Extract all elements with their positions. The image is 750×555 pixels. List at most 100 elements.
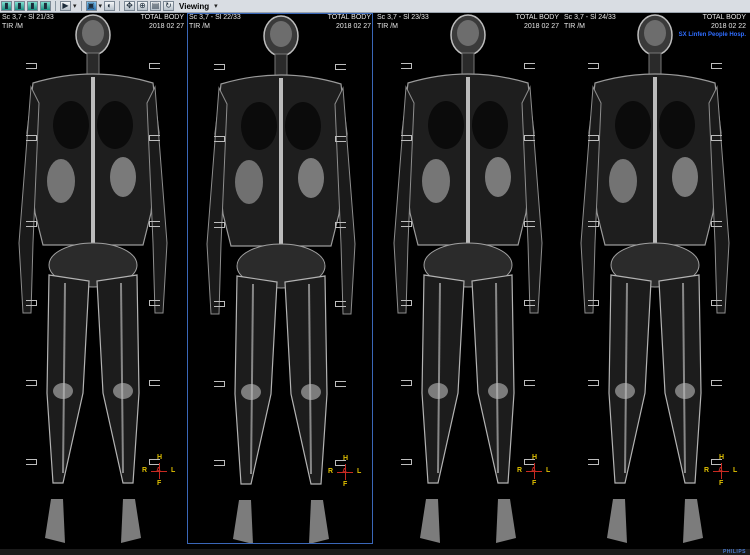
chevron-down-icon[interactable]: ▾ — [73, 2, 77, 10]
scale-marker — [26, 300, 37, 306]
orientation-head: H — [532, 454, 538, 461]
protocol-label: TIR /M — [377, 23, 398, 30]
protocol-label: TIR /M — [2, 23, 23, 30]
lung-left — [659, 101, 695, 149]
series-label: Sc 3,7 - Sl 23/33 — [377, 14, 429, 21]
neck — [86, 52, 100, 76]
foot-right — [607, 499, 627, 543]
knee-right — [428, 383, 448, 399]
foot-left — [683, 499, 703, 543]
foot-left — [496, 499, 516, 543]
foot-right — [45, 499, 65, 543]
orientation-foot: F — [532, 480, 537, 487]
chevron-down-icon[interactable]: ▾ — [214, 2, 218, 10]
orientation-indicator: H F R L A — [704, 454, 738, 488]
lung-right — [615, 101, 651, 149]
rotate-icon[interactable]: ↻ — [163, 1, 175, 11]
layout-3-icon[interactable]: ▮ — [27, 1, 38, 11]
scale-marker — [524, 380, 535, 386]
layout-2-icon[interactable]: ▮ — [14, 1, 25, 11]
brain — [457, 20, 479, 46]
orientation-left: L — [733, 467, 738, 474]
viewport-3[interactable]: Sc 3,7 - Sl 23/33 TIR /M TOTAL BODY 2018… — [375, 13, 561, 544]
scale-marker — [588, 221, 599, 227]
play-icon[interactable]: ▶ — [60, 1, 71, 11]
orientation-left: L — [357, 468, 362, 475]
viewport-2[interactable]: Sc 3,7 - Sl 22/33 TIR /M TOTAL BODY 2018… — [187, 13, 373, 544]
protocol-label: TIR /M — [189, 23, 210, 30]
orientation-head: H — [157, 454, 163, 461]
scale-marker — [711, 135, 722, 141]
lung-left — [285, 102, 321, 150]
study-date: 2018 02 22 — [710, 23, 746, 30]
scale-marker — [335, 301, 346, 307]
leg-right — [46, 274, 90, 484]
brain — [644, 20, 666, 46]
move-icon[interactable]: ✥ — [124, 1, 136, 11]
organ-left — [672, 157, 698, 197]
knee-left — [675, 383, 695, 399]
study-date: 2018 02 27 — [335, 23, 371, 30]
scale-marker — [401, 459, 412, 465]
neck — [274, 53, 288, 77]
orientation-right: R — [517, 467, 523, 474]
mode-label[interactable]: Viewing — [179, 2, 209, 11]
scale-marker — [149, 380, 160, 386]
orientation-right: R — [328, 468, 334, 475]
organ-left — [110, 157, 136, 197]
organ-right — [609, 159, 637, 203]
scale-marker — [335, 381, 346, 387]
vendor-logo: PHILIPS — [723, 549, 746, 555]
layout-4-icon[interactable]: ▮ — [40, 1, 51, 11]
orientation-indicator: H F R L A — [328, 455, 362, 489]
organ-right — [422, 159, 450, 203]
orientation-head: H — [343, 455, 349, 462]
knee-left — [488, 383, 508, 399]
series-label: Sc 3,7 - Sl 21/33 — [2, 14, 54, 21]
lung-left — [472, 101, 508, 149]
orientation-foot: F — [343, 481, 348, 488]
display-icon[interactable]: ▣ — [85, 1, 97, 11]
scale-marker — [711, 221, 722, 227]
scale-marker — [214, 64, 225, 70]
leg-right — [234, 275, 278, 485]
viewport-4[interactable]: Sc 3,7 - Sl 24/33 TIR /M TOTAL BODY 2018… — [562, 13, 748, 544]
leg-left — [284, 275, 328, 485]
scale-marker — [588, 63, 599, 69]
brain — [270, 21, 292, 47]
scale-marker — [588, 135, 599, 141]
orientation-head: H — [719, 454, 725, 461]
scale-marker — [335, 64, 346, 70]
scale-marker — [26, 135, 37, 141]
knee-left — [113, 383, 133, 399]
scale-marker — [335, 222, 346, 228]
hospital-label: SX Linfen People Hosp. — [678, 32, 746, 38]
scale-marker — [149, 221, 160, 227]
lung-right — [241, 102, 277, 150]
scale-marker — [335, 136, 346, 142]
orientation-left: L — [171, 467, 176, 474]
scale-marker — [401, 300, 412, 306]
scale-marker — [149, 135, 160, 141]
toolbar-separator — [55, 1, 56, 11]
series-label: Sc 3,7 - Sl 22/33 — [189, 14, 241, 21]
scale-marker — [711, 63, 722, 69]
scale-marker — [214, 222, 225, 228]
organ-left — [485, 157, 511, 197]
contrast-icon[interactable]: ◐ — [104, 1, 116, 11]
lung-right — [53, 101, 89, 149]
orientation-indicator: H F R L A — [517, 454, 551, 488]
orientation-anterior: A — [718, 467, 724, 474]
viewport-1[interactable]: Sc 3,7 - Sl 21/33 TIR /M TOTAL BODY 2018… — [0, 13, 186, 544]
study-title: TOTAL BODY — [327, 14, 371, 21]
layout-1-icon[interactable]: ▮ — [1, 1, 12, 11]
zoom-icon[interactable]: ⊕ — [137, 1, 149, 11]
foot-left — [309, 500, 329, 543]
scale-marker — [149, 63, 160, 69]
neck — [461, 52, 475, 76]
knee-right — [53, 383, 73, 399]
protocol-label: TIR /M — [564, 23, 585, 30]
clipboard-icon[interactable]: ▤ — [150, 1, 162, 11]
chevron-down-icon[interactable]: ▾ — [99, 2, 103, 10]
organ-left — [298, 158, 324, 198]
